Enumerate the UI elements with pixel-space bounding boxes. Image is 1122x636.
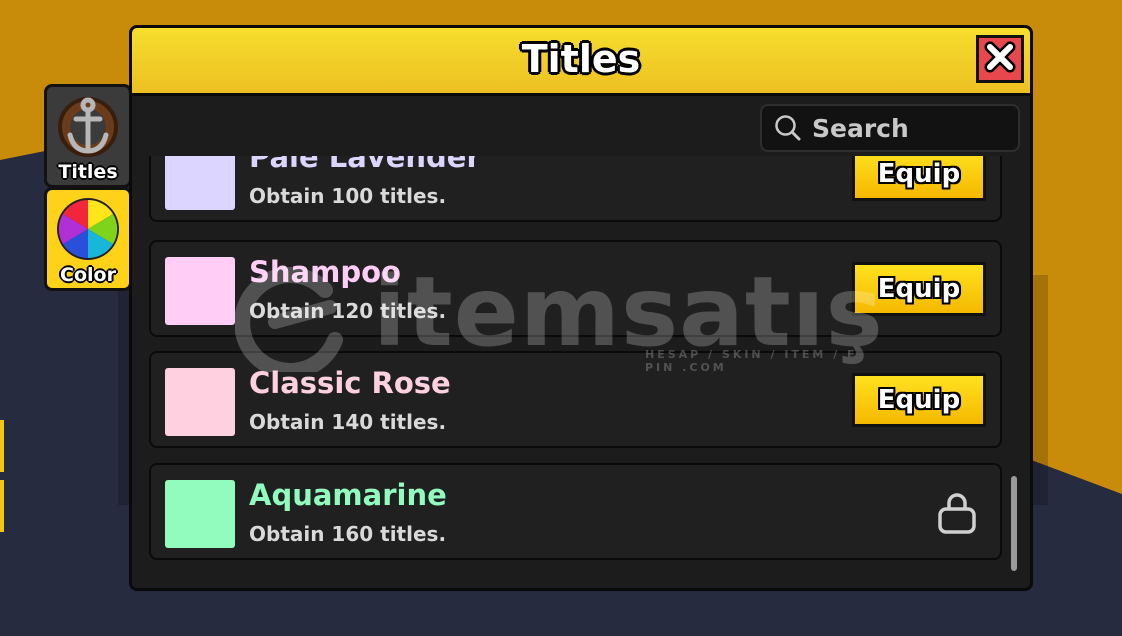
color-swatch (165, 156, 235, 210)
search-input[interactable]: Search (760, 104, 1020, 152)
item-name: Shampoo (249, 255, 401, 289)
equip-button[interactable]: Equip (852, 262, 986, 316)
color-swatch (165, 480, 235, 548)
item-description: Obtain 120 titles. (249, 299, 447, 323)
equip-button[interactable]: Equip (852, 156, 986, 201)
item-name: Pale Lavender (249, 156, 481, 174)
lock-icon (937, 491, 977, 539)
search-placeholder: Search (812, 113, 909, 143)
list-item: Classic Rose Obtain 140 titles. Equip (149, 351, 1002, 448)
close-icon (983, 40, 1017, 78)
panel-header: Titles (132, 28, 1030, 96)
item-description: Obtain 160 titles. (249, 522, 447, 546)
game-scene: Titles Color Titles Search Pale Lavender… (0, 0, 1122, 636)
item-name: Aquamarine (249, 478, 447, 512)
equip-button-label: Equip (877, 385, 961, 415)
list-item: Shampoo Obtain 120 titles. Equip (149, 240, 1002, 337)
tab-titles[interactable]: Titles (44, 84, 132, 188)
titles-panel: Titles Search Pale Lavender Obtain 100 t… (129, 25, 1033, 591)
list-item: Aquamarine Obtain 160 titles. (149, 463, 1002, 560)
anchor-icon (54, 93, 122, 167)
tab-color[interactable]: Color (44, 187, 132, 291)
list-item: Pale Lavender Obtain 100 titles. Equip (149, 156, 1002, 222)
list-scrollbar[interactable] (1011, 476, 1017, 571)
background-edge-mark (0, 420, 4, 472)
item-description: Obtain 100 titles. (249, 184, 447, 208)
equip-button-label: Equip (877, 159, 961, 189)
color-swatch (165, 368, 235, 436)
equip-button[interactable]: Equip (852, 373, 986, 427)
equip-button-label: Equip (877, 274, 961, 304)
search-icon (774, 114, 802, 142)
tab-titles-label: Titles (58, 161, 118, 183)
color-wheel-icon (55, 196, 121, 266)
background-edge-mark (0, 480, 4, 532)
item-description: Obtain 140 titles. (249, 410, 447, 434)
titles-list[interactable]: Pale Lavender Obtain 100 titles. Equip S… (132, 156, 1030, 588)
color-swatch (165, 257, 235, 325)
close-button[interactable] (976, 35, 1024, 83)
item-name: Classic Rose (249, 366, 451, 400)
tab-color-label: Color (60, 264, 116, 286)
panel-title: Titles (521, 37, 641, 81)
